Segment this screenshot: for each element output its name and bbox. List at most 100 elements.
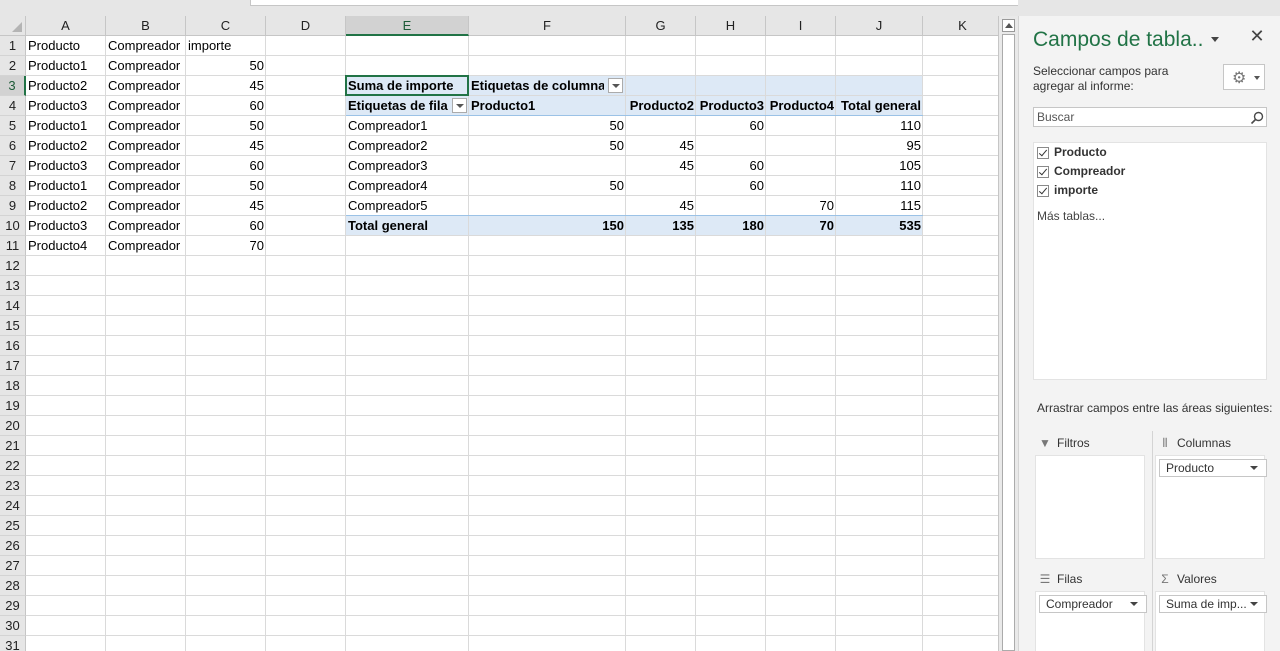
pivot-column-header[interactable]: Producto3 (696, 96, 766, 116)
pivot-column-labels[interactable]: Etiquetas de columna (469, 76, 604, 96)
area-drop-zone-rows[interactable]: Compreador (1035, 591, 1147, 651)
source-product-cell[interactable]: Producto2 (26, 136, 106, 156)
source-amount-cell[interactable]: 60 (186, 216, 266, 236)
row-header-14[interactable]: 14 (0, 296, 26, 316)
scroll-thumb[interactable] (1002, 34, 1015, 651)
pivot-value-cell[interactable]: 60 (696, 116, 766, 136)
row-header-11[interactable]: 11 (0, 236, 26, 256)
source-header-cell[interactable]: Compreador (106, 36, 196, 56)
source-product-cell[interactable]: Producto1 (26, 56, 106, 76)
source-product-cell[interactable]: Producto3 (26, 156, 106, 176)
pivot-column-header[interactable]: Producto1 (469, 96, 626, 116)
row-header-29[interactable]: 29 (0, 596, 26, 616)
source-amount-cell[interactable]: 45 (186, 196, 266, 216)
pivot-value-cell[interactable] (766, 176, 836, 196)
search-icon[interactable] (1250, 111, 1264, 125)
row-header-8[interactable]: 8 (0, 176, 26, 196)
close-icon[interactable]: ✕ (1249, 27, 1265, 45)
source-amount-cell[interactable]: 45 (186, 76, 266, 96)
pivot-value-cell[interactable]: 50 (469, 116, 626, 136)
spreadsheet-grid[interactable]: A B C D E F G H I J K 1 2 3 4 5 6 7 8 9 10 11 12 13 14 15 16 17 18 19… (0, 16, 998, 651)
pivot-column-header[interactable]: Total general (836, 96, 923, 116)
pivot-value-cell[interactable]: 115 (836, 196, 923, 216)
row-header-21[interactable]: 21 (0, 436, 26, 456)
source-product-cell[interactable]: Producto3 (26, 216, 106, 236)
column-labels-filter-dropdown-icon[interactable] (608, 78, 623, 93)
pivot-value-cell[interactable] (469, 156, 626, 176)
pivot-column-header[interactable]: Producto4 (766, 96, 836, 116)
pivot-row-label[interactable]: Compreador2 (346, 136, 469, 156)
pivot-total-cell[interactable]: 180 (696, 216, 766, 236)
row-header-31[interactable]: 31 (0, 636, 26, 651)
pivot-row-label[interactable]: Compreador4 (346, 176, 469, 196)
pivot-value-cell[interactable] (766, 136, 836, 156)
pivot-value-cell[interactable]: 50 (469, 176, 626, 196)
pivot-row-label[interactable]: Compreador3 (346, 156, 469, 176)
checkbox[interactable] (1037, 166, 1049, 178)
pivot-value-cell[interactable]: 45 (626, 156, 696, 176)
more-tables-link[interactable]: Más tablas... (1037, 209, 1105, 223)
pivot-value-cell[interactable] (626, 176, 696, 196)
row-header-25[interactable]: 25 (0, 516, 26, 536)
search-input[interactable] (1034, 108, 1244, 126)
pane-options-chevron-down-icon[interactable] (1211, 37, 1219, 42)
row-header-24[interactable]: 24 (0, 496, 26, 516)
row-header-27[interactable]: 27 (0, 556, 26, 576)
row-header-12[interactable]: 12 (0, 256, 26, 276)
source-buyer-cell[interactable]: Compreador (106, 216, 186, 236)
row-header-7[interactable]: 7 (0, 156, 26, 176)
row-header-10[interactable]: 10 (0, 216, 26, 236)
source-buyer-cell[interactable]: Compreador (106, 116, 186, 136)
pivot-total-cell[interactable]: 70 (766, 216, 836, 236)
column-header-b[interactable]: B (106, 16, 186, 36)
area-chip-rows[interactable]: Compreador (1039, 595, 1147, 613)
pivot-total-cell[interactable]: 535 (836, 216, 923, 236)
pivot-total-cell[interactable]: 135 (626, 216, 696, 236)
source-buyer-cell[interactable]: Compreador (106, 176, 186, 196)
row-header-22[interactable]: 22 (0, 456, 26, 476)
row-header-9[interactable]: 9 (0, 196, 26, 216)
source-buyer-cell[interactable]: Compreador (106, 136, 186, 156)
checkbox[interactable] (1037, 185, 1049, 197)
row-header-28[interactable]: 28 (0, 576, 26, 596)
column-header-a[interactable]: A (26, 16, 106, 36)
field-row-importe[interactable]: importe (1034, 182, 1266, 200)
pivot-value-cell[interactable]: 60 (696, 176, 766, 196)
row-header-16[interactable]: 16 (0, 336, 26, 356)
pivot-total-cell[interactable]: 150 (469, 216, 626, 236)
source-product-cell[interactable]: Producto2 (26, 196, 106, 216)
pivot-column-header[interactable]: Producto2 (626, 96, 696, 116)
pivot-value-cell[interactable] (626, 116, 696, 136)
vertical-scrollbar[interactable] (998, 16, 1018, 651)
column-header-c[interactable]: C (186, 16, 266, 36)
row-labels-filter-dropdown-icon[interactable] (452, 98, 467, 113)
pivot-value-cell[interactable] (696, 196, 766, 216)
row-header-13[interactable]: 13 (0, 276, 26, 296)
pivot-value-cell[interactable]: 110 (836, 176, 923, 196)
source-header-cell[interactable]: Producto (26, 36, 106, 56)
row-header-20[interactable]: 20 (0, 416, 26, 436)
row-header-18[interactable]: 18 (0, 376, 26, 396)
column-header-g[interactable]: G (626, 16, 696, 36)
source-amount-cell[interactable]: 50 (186, 56, 266, 76)
row-header-30[interactable]: 30 (0, 616, 26, 636)
row-header-17[interactable]: 17 (0, 356, 26, 376)
pivot-value-cell[interactable]: 60 (696, 156, 766, 176)
pivot-total-label[interactable]: Total general (346, 216, 469, 236)
tools-button[interactable]: ⚙ (1223, 64, 1265, 90)
pivot-value-cell[interactable]: 110 (836, 116, 923, 136)
pivot-value-cell[interactable]: 105 (836, 156, 923, 176)
column-header-f[interactable]: F (469, 16, 626, 36)
pivot-value-cell[interactable]: 70 (766, 196, 836, 216)
area-chip-columns[interactable]: Producto (1159, 459, 1267, 477)
source-buyer-cell[interactable]: Compreador (106, 96, 186, 116)
row-header-4[interactable]: 4 (0, 96, 26, 116)
row-header-1[interactable]: 1 (0, 36, 26, 56)
source-amount-cell[interactable]: 45 (186, 136, 266, 156)
pivot-value-cell[interactable]: 45 (626, 136, 696, 156)
source-amount-cell[interactable]: 60 (186, 156, 266, 176)
source-product-cell[interactable]: Producto3 (26, 96, 106, 116)
pivot-value-cell[interactable]: 45 (626, 196, 696, 216)
source-amount-cell[interactable]: 60 (186, 96, 266, 116)
row-header-15[interactable]: 15 (0, 316, 26, 336)
